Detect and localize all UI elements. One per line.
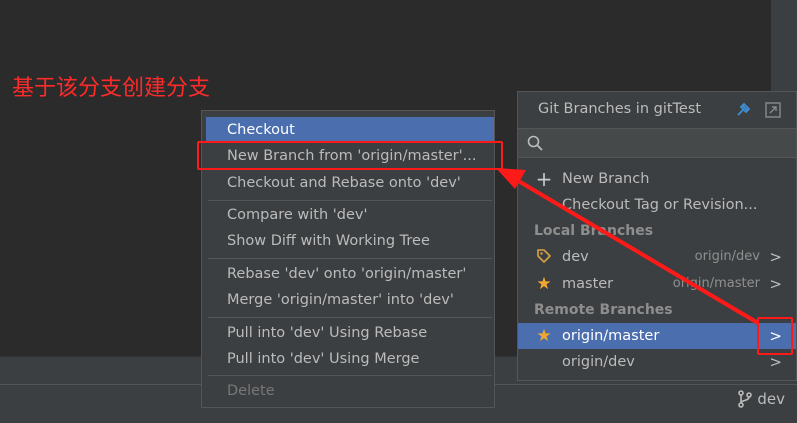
branch-name: master [562, 276, 614, 292]
menu-separator [208, 258, 492, 259]
local-branches-header: Local Branches [534, 223, 654, 239]
pin-icon[interactable] [734, 101, 752, 119]
action-label: New Branch [562, 171, 650, 187]
menu-item-pull-merge[interactable]: Pull into 'dev' Using Merge [206, 346, 494, 372]
menu-item-checkout[interactable]: Checkout [206, 117, 494, 143]
menu-separator [208, 317, 492, 318]
action-new-branch[interactable]: + New Branch [518, 166, 796, 192]
popup-title: Git Branches in gitTest [538, 101, 702, 117]
branch-item-dev[interactable]: dev origin/dev > [518, 244, 796, 270]
star-icon: ★ [536, 274, 552, 294]
menu-item-delete[interactable]: Delete [206, 378, 494, 404]
branch-name: dev [562, 249, 589, 265]
chevron-right-icon[interactable]: > [769, 271, 782, 297]
action-label: Checkout Tag or Revision... [562, 197, 758, 213]
menu-item-pull-rebase[interactable]: Pull into 'dev' Using Rebase [206, 320, 494, 346]
branch-name: origin/master [562, 328, 660, 344]
annotation-text: 基于该分支创建分支 [12, 76, 211, 101]
tracking-branch: origin/master [672, 276, 760, 291]
menu-item-merge[interactable]: Merge 'origin/master' into 'dev' [206, 287, 494, 313]
status-branch-label: dev [757, 390, 785, 408]
status-branch-widget[interactable]: dev [737, 390, 785, 408]
highlight-chevron [757, 317, 793, 355]
menu-item-compare[interactable]: Compare with 'dev' [206, 202, 494, 228]
tracking-branch: origin/dev [694, 249, 760, 264]
highlight-new-branch [197, 141, 503, 170]
menu-separator [208, 375, 492, 376]
branch-item-origin-dev[interactable]: origin/dev > [518, 349, 796, 375]
star-icon: ★ [536, 326, 552, 346]
menu-item-rebase[interactable]: Rebase 'dev' onto 'origin/master' [206, 261, 494, 287]
git-branches-popup: Git Branches in gitTest + New Branch Che… [517, 91, 797, 381]
chevron-right-icon[interactable]: > [769, 244, 782, 270]
menu-item-checkout-and-rebase[interactable]: Checkout and Rebase onto 'dev' [206, 170, 494, 196]
action-checkout-tag[interactable]: Checkout Tag or Revision... [518, 192, 796, 218]
branch-search-input[interactable] [518, 128, 796, 158]
branch-item-origin-master[interactable]: ★ origin/master > [518, 323, 796, 349]
remote-branches-header: Remote Branches [534, 302, 673, 318]
search-icon [527, 135, 543, 151]
branch-item-master[interactable]: ★ master origin/master > [518, 271, 796, 297]
expand-icon[interactable] [764, 101, 782, 119]
branch-name: origin/dev [562, 354, 635, 370]
plus-icon: + [535, 167, 553, 191]
git-branch-icon [738, 390, 753, 408]
tag-icon [534, 244, 554, 270]
menu-separator [208, 200, 492, 201]
menu-item-show-diff[interactable]: Show Diff with Working Tree [206, 228, 494, 254]
